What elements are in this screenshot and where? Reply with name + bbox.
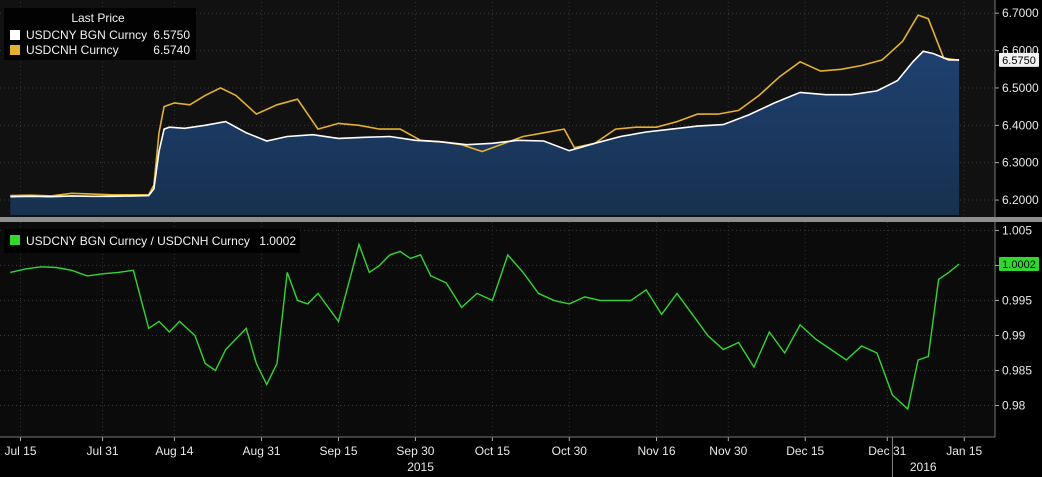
x-tick-label: Sep 30 [396, 444, 434, 458]
top-y-tick-label: 6.5000 [1002, 81, 1039, 95]
x-tick-label: Oct 30 [552, 444, 588, 458]
bottom-y-tick-label: 0.99 [1002, 328, 1026, 342]
usdcny-last-badge: 6.5750 [999, 52, 1039, 67]
x-tick-label: Nov 30 [709, 444, 747, 458]
x-tick-label: Oct 15 [475, 444, 511, 458]
x-axis: Jul 15 Jul 31 Aug 14 Aug 31 Sep 15 Sep 30 Oct … [0, 436, 995, 477]
usdcny-last-badge-text: 6.5750 [1002, 55, 1036, 67]
ratio-legend-value: 1.0002 [259, 234, 296, 248]
usdcny-legend-name: USDCNY BGN Curncy [26, 28, 147, 42]
chart-canvas: 6.20006.30006.40006.50006.60006.7000 0.9… [0, 0, 1042, 477]
ratio-last-badge: 1.0002 [999, 257, 1039, 272]
x-tick-label: Jul 15 [4, 444, 36, 458]
bottom-y-axis: 0.98 0.985 0.99 0.995 1.005 [995, 223, 1032, 412]
usdcnh-legend-name: USDCNH Curncy [26, 43, 119, 57]
x-tick-label: Jan 15 [946, 444, 982, 458]
top-y-axis: 6.20006.30006.40006.50006.60006.7000 [995, 6, 1039, 207]
usdcnh-swatch [10, 45, 20, 55]
top-y-tick-label: 6.2000 [1002, 193, 1039, 207]
usdcny-legend-value: 6.5750 [153, 28, 190, 42]
x-tick-label: Aug 31 [243, 444, 281, 458]
x-year-label: 2015 [407, 460, 434, 474]
panel-divider[interactable] [0, 217, 1042, 222]
x-tick-label: Nov 16 [637, 444, 675, 458]
x-year-label: 2016 [910, 460, 937, 474]
bottom-y-tick-label: 0.98 [1002, 398, 1026, 412]
bottom-y-tick-label: 0.995 [1002, 293, 1032, 307]
bottom-panel-background [0, 222, 995, 437]
top-legend: Last Price USDCNY BGN Curncy 6.5750 USDC… [4, 8, 196, 60]
ratio-last-badge-text: 1.0002 [1002, 259, 1036, 271]
legend-title: Last Price [71, 11, 125, 25]
x-tick-label: Aug 14 [155, 444, 193, 458]
top-y-tick-label: 6.7000 [1002, 6, 1039, 20]
x-tick-label: Dec 15 [786, 444, 824, 458]
x-tick-label: Jul 31 [87, 444, 119, 458]
usdcny-swatch [10, 30, 20, 40]
bottom-legend: USDCNY BGN Curncy / USDCNH Curncy 1.0002 [4, 229, 300, 253]
x-tick-label: Sep 15 [319, 444, 357, 458]
ratio-legend-name: USDCNY BGN Curncy / USDCNH Curncy [26, 234, 250, 248]
top-y-tick-label: 6.3000 [1002, 156, 1039, 170]
x-tick-label: Dec 31 [868, 444, 906, 458]
ratio-swatch [10, 235, 20, 245]
top-y-tick-label: 6.4000 [1002, 118, 1039, 132]
usdcnh-legend-value: 6.5740 [153, 43, 190, 57]
bottom-y-tick-label: 0.985 [1002, 363, 1032, 377]
bottom-y-tick-label: 1.005 [1002, 223, 1032, 237]
